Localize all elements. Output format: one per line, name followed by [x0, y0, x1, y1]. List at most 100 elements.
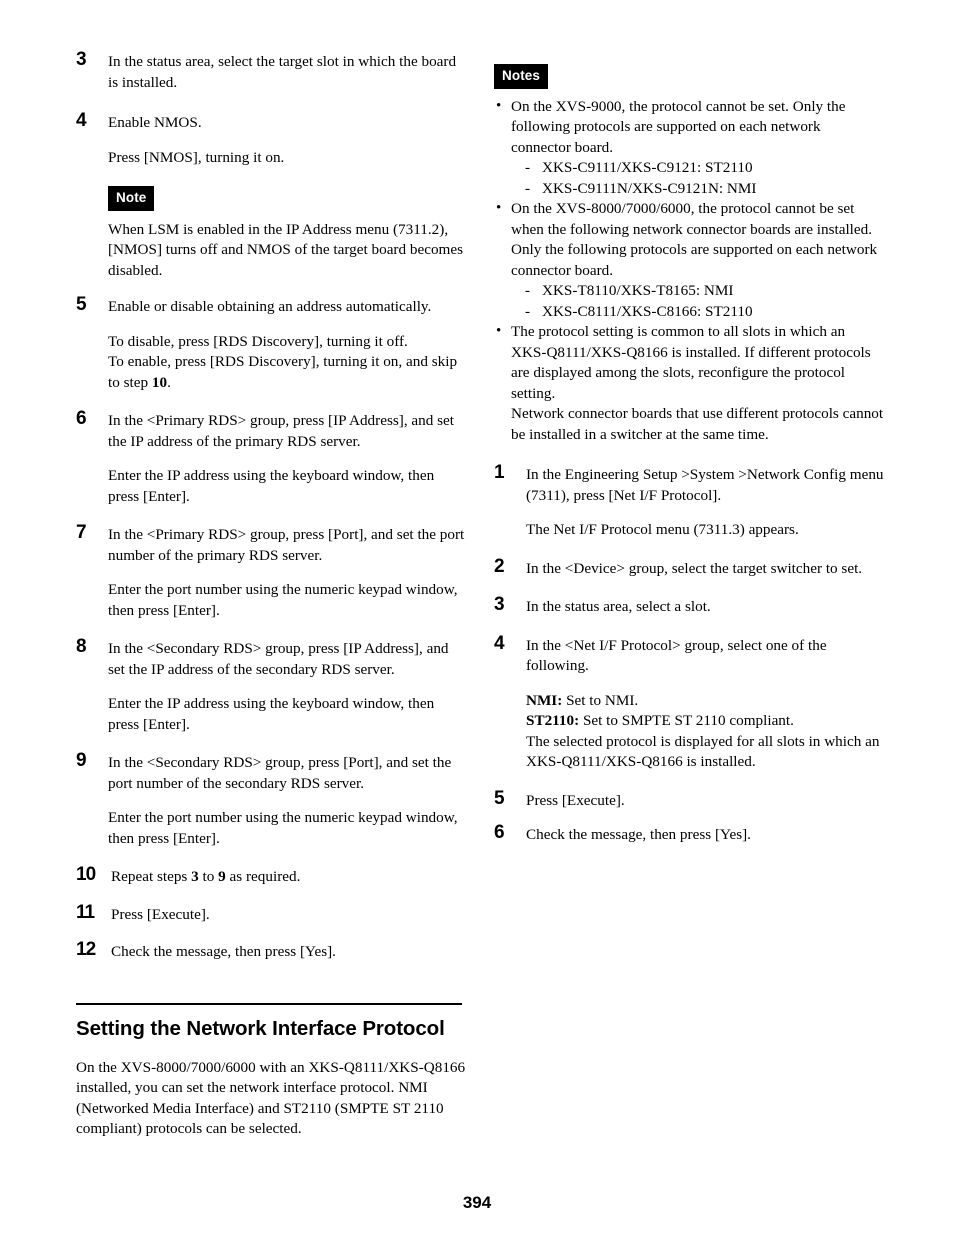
dash-icon: -: [525, 159, 531, 176]
left-column: 3 In the status area, select the target …: [76, 49, 466, 1140]
note-text: When LSM is enabled in the IP Address me…: [108, 220, 464, 279]
step-item: 10 Repeat steps 3 to 9 as required.: [76, 865, 466, 888]
notes-bullet-item: • On the XVS-9000, the protocol cannot b…: [494, 97, 884, 200]
step-paragraph: In the <Primary RDS> group, press [Port]…: [108, 526, 465, 564]
step-body: In the status area, select a slot.: [526, 597, 884, 618]
notes-bullet-text: On the XVS-8000/7000/6000, the protocol …: [511, 200, 878, 279]
notes-sub-item: - XKS-C9111/XKS-C9121: ST2110: [525, 158, 884, 179]
page-number: 394: [462, 1193, 492, 1212]
dash-icon: -: [525, 282, 531, 299]
protocol-desc-nmi: Set to NMI.: [562, 691, 639, 709]
step-body: Press [Execute].: [526, 791, 884, 812]
step-body: Check the message, then press [Yes].: [526, 825, 884, 846]
step-number: 8: [76, 636, 87, 657]
notes-sub-item: - XKS-C8111/XKS-C8166: ST2110: [525, 302, 884, 323]
step-item: 2 In the <Device> group, select the targ…: [494, 555, 884, 580]
step-number: 3: [76, 49, 87, 70]
step-paragraph: Enter the IP address using the keyboard …: [108, 467, 435, 505]
step-body: Press [Execute].: [111, 905, 466, 926]
step-item: 4 In the <Net I/F Protocol> group, selec…: [494, 632, 884, 773]
notes-bullet-text-secondary: Network connector boards that use differ…: [511, 405, 884, 443]
notes-sub-item: - XKS-T8110/XKS-T8165: NMI: [525, 281, 884, 302]
step-paragraph: Enter the port number using the numeric …: [108, 581, 458, 619]
protocol-label-nmi: NMI:: [526, 691, 563, 709]
notes-badge: Notes: [494, 64, 549, 89]
notes-block: Notes • On the XVS-9000, the protocol ca…: [494, 64, 884, 445]
step-number: 5: [494, 787, 505, 809]
step-paragraph: In the <Device> group, select the target…: [526, 559, 863, 577]
section-block: Setting the Network Interface Protocol O…: [76, 1002, 466, 1140]
step-body: In the <Device> group, select the target…: [526, 559, 884, 580]
step-body: Enable or disable obtaining an address a…: [108, 297, 466, 393]
section-heading: Setting the Network Interface Protocol: [76, 1016, 445, 1040]
step-paragraph: Enable NMOS.: [108, 114, 202, 131]
step-item: 5 Enable or disable obtaining an address…: [76, 295, 466, 393]
step-number: 11: [76, 901, 95, 923]
step-paragraph: Enter the IP address using the keyboard …: [108, 695, 435, 733]
step-paragraph: Press [Execute].: [526, 791, 625, 809]
step-text-mid: to: [198, 868, 219, 885]
step-body: In the <Secondary RDS> group, press [Por…: [108, 753, 466, 849]
notes-sub-text: XKS-C8111/XKS-C8166: ST2110: [542, 302, 753, 320]
step-number: 12: [76, 939, 96, 960]
notes-bullet-item: • The protocol setting is common to all …: [494, 322, 884, 445]
step-item: 6 In the <Primary RDS> group, press [IP …: [76, 408, 466, 507]
protocol-tail-text: The selected protocol is displayed for a…: [526, 732, 880, 771]
notes-sub-text: XKS-T8110/XKS-T8165: NMI: [542, 282, 734, 299]
step-text-pre: Repeat steps: [111, 868, 192, 885]
step-paragraph: In the status area, select a slot.: [526, 598, 711, 615]
step-paragraph: Check the message, then press [Yes].: [111, 943, 336, 960]
dash-icon: -: [525, 302, 531, 320]
right-column: Notes • On the XVS-9000, the protocol ca…: [494, 64, 884, 852]
step-body: In the Engineering Setup >System >Networ…: [526, 465, 884, 541]
step-item: 5 Press [Execute].: [494, 787, 884, 812]
step-number: 2: [494, 555, 505, 577]
bullet-dot-icon: •: [496, 200, 502, 216]
step-number: 6: [76, 408, 87, 429]
notes-bullet-item: • On the XVS-8000/7000/6000, the protoco…: [494, 199, 884, 322]
step-paragraph: In the status area, select the target sl…: [108, 53, 457, 91]
step-paragraph: Check the message, then press [Yes].: [526, 826, 751, 843]
dash-icon: -: [525, 179, 531, 197]
step-item: 12 Check the message, then press [Yes].: [76, 939, 466, 963]
step-ref-number: 3: [191, 868, 199, 885]
notes-sub-text: XKS-C9111N/XKS-C9121N: NMI: [542, 179, 757, 197]
protocol-label-st2110: ST2110:: [526, 712, 580, 729]
step-item: 6 Check the message, then press [Yes].: [494, 822, 884, 846]
step-number: 9: [76, 750, 87, 771]
step-item: 1 In the Engineering Setup >System >Netw…: [494, 462, 884, 541]
step-number: 4: [494, 632, 505, 654]
step-paragraph: Enable or disable obtaining an address a…: [108, 298, 432, 315]
step-paragraph: Press [NMOS], turning it on.: [108, 148, 285, 166]
notes-bullet-list: • On the XVS-9000, the protocol cannot b…: [494, 97, 884, 446]
step-item: 8 In the <Secondary RDS> group, press [I…: [76, 636, 466, 735]
step-body: In the <Primary RDS> group, press [Port]…: [108, 525, 466, 621]
bullet-dot-icon: •: [496, 323, 502, 339]
step-paragraph: Enter the port number using the numeric …: [108, 809, 458, 847]
step-number: 7: [76, 522, 87, 543]
step-body: Enable NMOS. Press [NMOS], turning it on…: [108, 113, 466, 168]
document-page: 3 In the status area, select the target …: [0, 0, 954, 1244]
step-paragraph: The Net I/F Protocol menu (7311.3) appea…: [526, 521, 799, 538]
step-paragraph: Press [Execute].: [111, 905, 210, 923]
step-item: 9 In the <Secondary RDS> group, press [P…: [76, 750, 466, 849]
step-number: 4: [76, 110, 87, 131]
step-body: In the <Secondary RDS> group, press [IP …: [108, 639, 466, 735]
step-item: 11 Press [Execute].: [76, 901, 466, 926]
step-body: Repeat steps 3 to 9 as required.: [111, 867, 466, 888]
bullet-dot-icon: •: [496, 97, 502, 114]
step-paragraph: In the <Secondary RDS> group, press [IP …: [108, 640, 449, 678]
step-paragraph: Repeat steps 3 to 9 as required.: [111, 867, 466, 888]
step-number: 1: [494, 462, 505, 483]
step-ref-number: 9: [218, 868, 226, 885]
step-item: 3 In the status area, select a slot.: [494, 595, 884, 618]
step-line: To disable, press [RDS Discovery], turni…: [108, 332, 408, 350]
notes-sub-list: - XKS-C9111/XKS-C9121: ST2110 - XKS-C9111N…: [511, 158, 884, 199]
protocol-desc-st2110: Set to SMPTE ST 2110 compliant.: [579, 712, 794, 729]
step-text-post: as required.: [225, 868, 301, 885]
step-paragraph: In the <Net I/F Protocol> group, select …: [526, 636, 827, 675]
step-ref-number: 10: [151, 373, 168, 391]
step-body: Check the message, then press [Yes].: [111, 942, 466, 963]
step-body: In the <Net I/F Protocol> group, select …: [526, 636, 884, 773]
step-number: 6: [494, 822, 505, 843]
